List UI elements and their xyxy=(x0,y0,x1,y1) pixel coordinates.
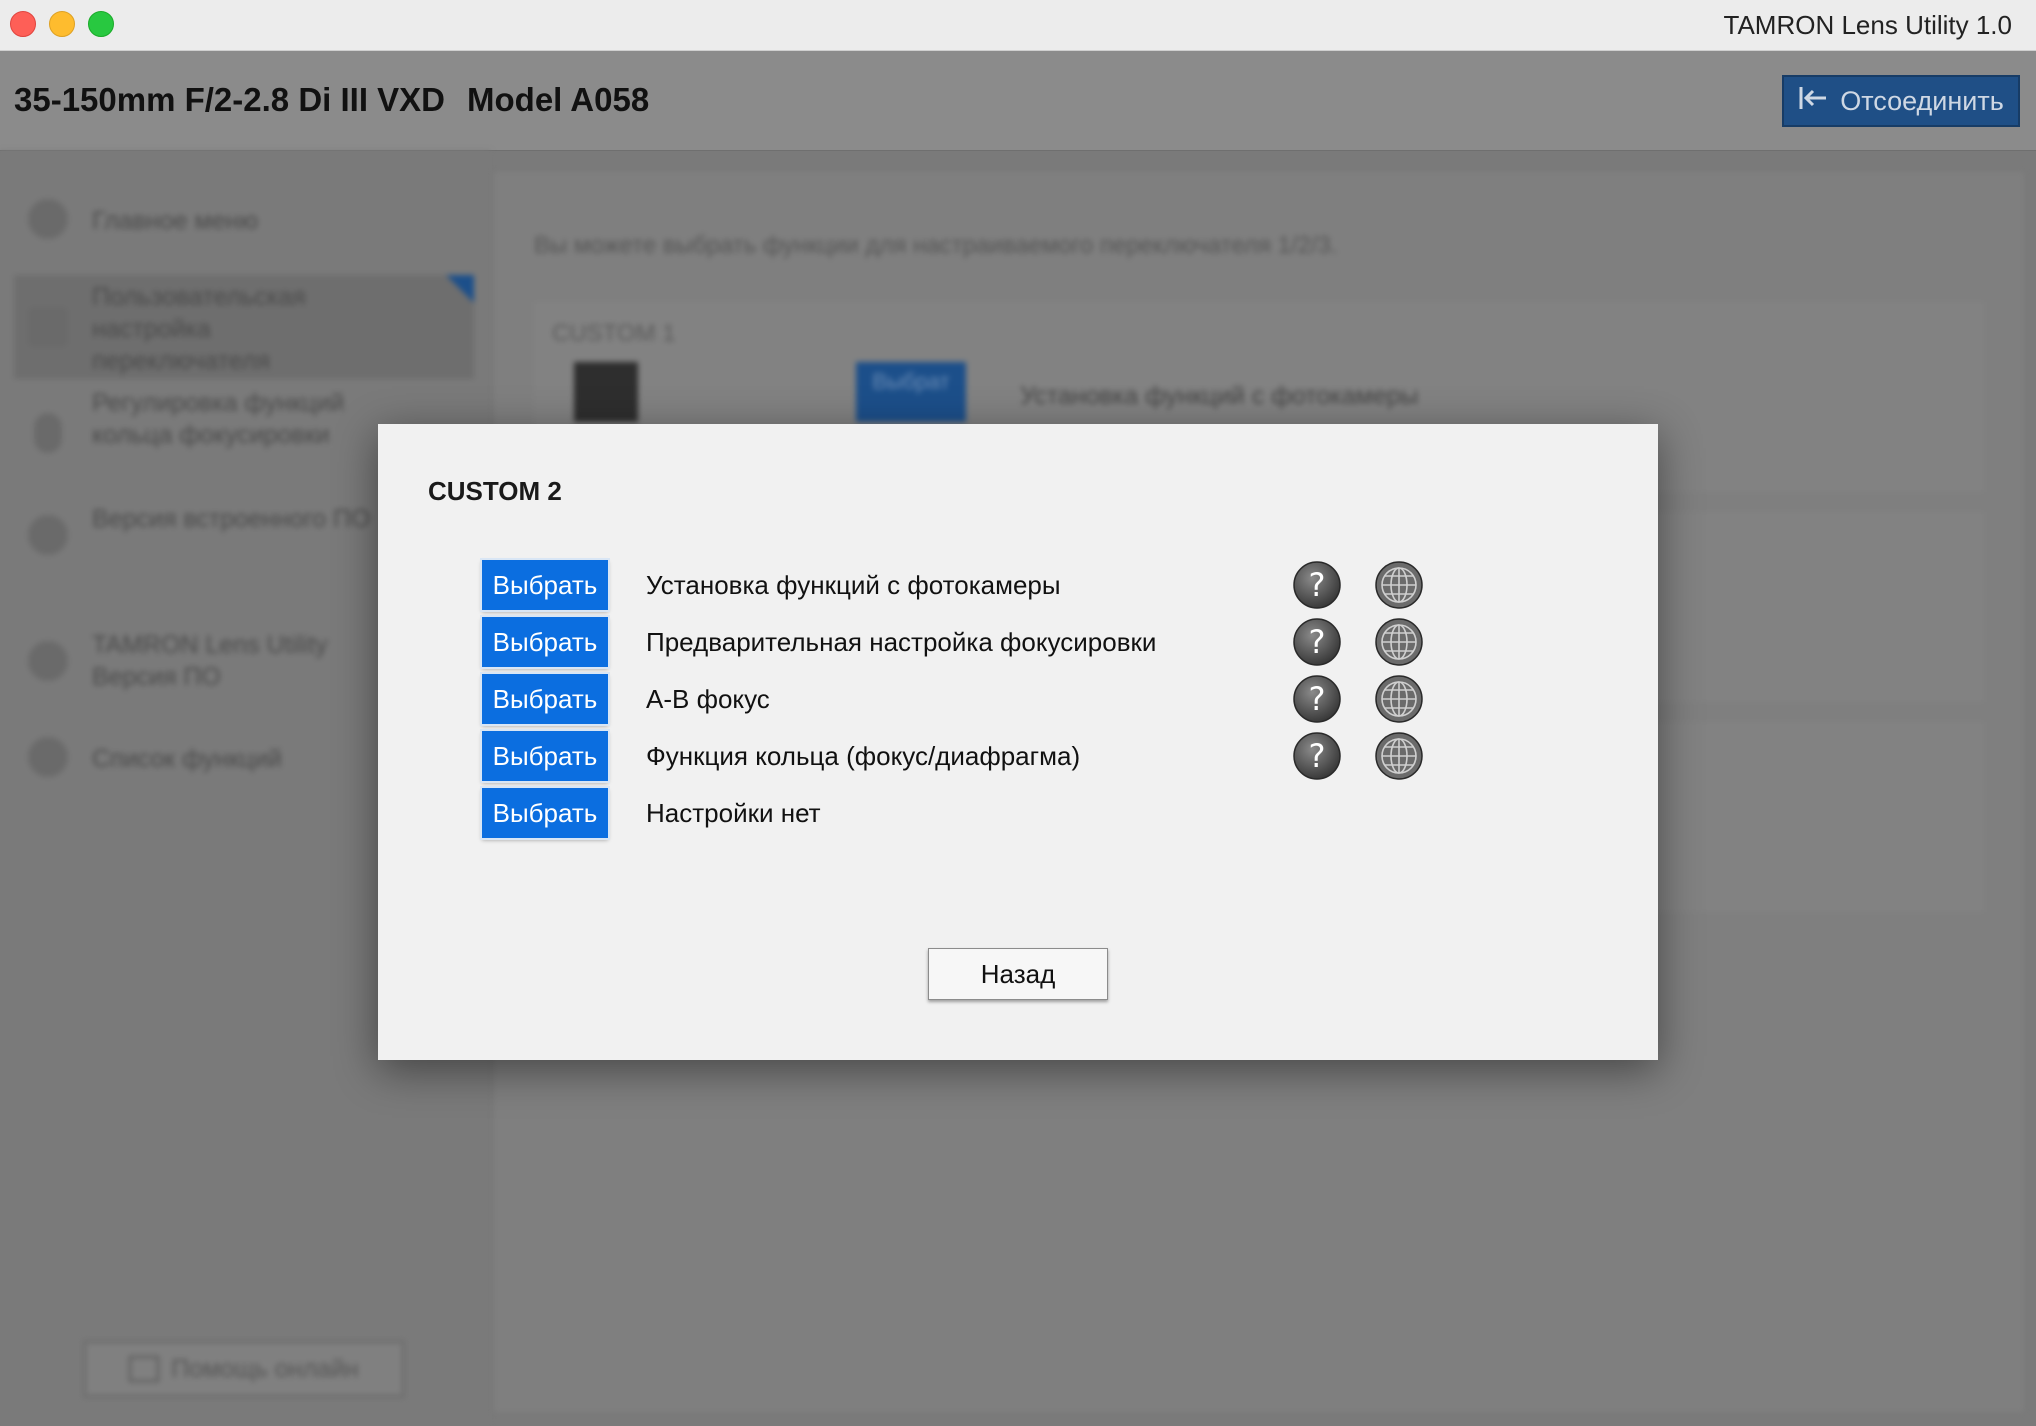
card-description: Установка функций с фотокамеры xyxy=(1020,382,1419,410)
globe-icon[interactable] xyxy=(1374,731,1424,781)
option-label: Функция кольца (фокус/диафрагма) xyxy=(646,741,1081,771)
help-icon xyxy=(28,737,68,777)
custom-2-dialog: CUSTOM 2 Выбрать Установка функций с фот… xyxy=(378,424,1658,1060)
online-help-button[interactable]: Помощь онлайн xyxy=(84,1341,404,1397)
disconnect-button[interactable]: Отсоединить xyxy=(1782,75,2020,127)
disconnect-icon xyxy=(1798,85,1828,118)
globe-icon[interactable] xyxy=(1374,560,1424,610)
app-title: TAMRON Lens Utility 1.0 xyxy=(1723,10,2012,40)
card-select-button[interactable]: Выбрат xyxy=(856,362,966,422)
sidebar-item-main-menu[interactable]: Главное меню xyxy=(14,191,474,251)
active-marker-icon xyxy=(446,275,474,303)
calendar-icon xyxy=(129,1356,160,1382)
sidebar-item-label: Список функций xyxy=(92,745,282,773)
disconnect-label: Отсоединить xyxy=(1840,85,2004,116)
sidebar-item-custom-switch[interactable]: Пользовательская настройка переключателя xyxy=(14,275,474,379)
back-button[interactable]: Назад xyxy=(928,948,1108,1000)
lens-name: 35-150mm F/2-2.8 Di III VXD xyxy=(14,81,446,118)
select-button[interactable]: Выбрать xyxy=(482,560,608,610)
option-label: A-B фокус xyxy=(646,684,770,714)
switch-icon xyxy=(28,307,68,347)
option-row: Выбрать A-B фокус ? xyxy=(482,674,1582,726)
select-button[interactable]: Выбрать xyxy=(482,617,608,667)
sidebar-item-label: Главное меню xyxy=(92,207,259,235)
svg-text:?: ? xyxy=(1309,623,1326,661)
question-icon[interactable]: ? xyxy=(1292,731,1342,781)
globe-icon[interactable] xyxy=(1374,617,1424,667)
question-icon[interactable]: ? xyxy=(1292,674,1342,724)
lens-title: 35-150mm F/2-2.8 Di III VXD Model A058 xyxy=(14,81,649,119)
home-icon xyxy=(28,199,68,239)
sidebar-item-label: TAMRON Lens Utility Версия ПО xyxy=(92,631,328,691)
window-close-button[interactable] xyxy=(10,11,36,37)
option-row: Выбрать Функция кольца (фокус/диафрагма)… xyxy=(482,731,1582,783)
globe-icon[interactable] xyxy=(1374,674,1424,724)
lens-model: Model A058 xyxy=(467,81,650,118)
option-row: Выбрать Предварительная настройка фокуси… xyxy=(482,617,1582,669)
window-titlebar: TAMRON Lens Utility 1.0 xyxy=(0,0,2036,51)
window-minimize-button[interactable] xyxy=(49,11,75,37)
option-row: Выбрать Установка функций с фотокамеры ? xyxy=(482,560,1582,612)
svg-text:?: ? xyxy=(1309,566,1326,604)
info-icon xyxy=(28,641,68,681)
svg-text:?: ? xyxy=(1309,680,1326,718)
switch-image xyxy=(574,362,638,422)
dialog-title: CUSTOM 2 xyxy=(428,476,562,506)
option-row: Выбрать Настройки нет xyxy=(482,788,1582,840)
online-help-label: Помощь онлайн xyxy=(171,1354,359,1383)
select-button[interactable]: Выбрать xyxy=(482,788,608,838)
option-label: Предварительная настройка фокусировки xyxy=(646,627,1157,657)
app-header: 35-150mm F/2-2.8 Di III VXD Model A058 От… xyxy=(0,51,2036,151)
question-icon[interactable]: ? xyxy=(1292,560,1342,610)
select-button[interactable]: Выбрать xyxy=(482,674,608,724)
firmware-icon xyxy=(28,515,68,555)
sidebar-item-label: Регулировка функций кольца фокусировки xyxy=(92,389,345,449)
option-label: Установка функций с фотокамеры xyxy=(646,570,1061,600)
card-title: CUSTOM 1 xyxy=(552,320,676,347)
svg-text:?: ? xyxy=(1309,737,1326,775)
ring-icon xyxy=(34,413,62,453)
option-label: Настройки нет xyxy=(646,798,821,828)
content-note: Вы можете выбрать функции для настраивае… xyxy=(534,232,1338,259)
question-icon[interactable]: ? xyxy=(1292,617,1342,667)
window-zoom-button[interactable] xyxy=(88,11,114,37)
select-button[interactable]: Выбрать xyxy=(482,731,608,781)
sidebar-item-label: Версия встроенного ПО xyxy=(92,505,371,533)
sidebar-item-label: Пользовательская настройка переключателя xyxy=(92,283,306,375)
